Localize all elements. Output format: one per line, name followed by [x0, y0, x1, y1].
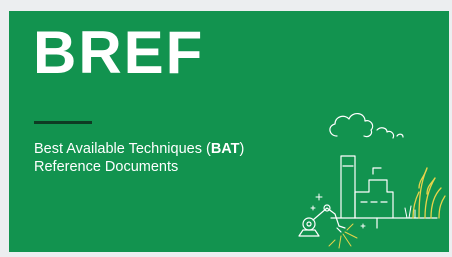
industry-environment-illustration: [298, 113, 446, 249]
reeds-plant-icon: [412, 167, 446, 219]
title-divider: [34, 121, 92, 124]
subtitle-suffix: ): [239, 141, 245, 157]
page-frame: BREF Best Available Techniques (BAT) Ref…: [0, 0, 452, 257]
banner-title: BREF: [33, 19, 205, 86]
factory-building-icon: [330, 167, 438, 229]
subtitle-prefix: Best Available Techniques (: [34, 141, 211, 157]
factory-chimney-icon: [340, 155, 356, 219]
subtitle-bat-acronym: BAT: [210, 141, 240, 157]
bref-banner: BREF Best Available Techniques (BAT) Ref…: [9, 11, 449, 252]
cloud-icon: [329, 113, 404, 139]
robot-arm-icon: [298, 204, 346, 237]
